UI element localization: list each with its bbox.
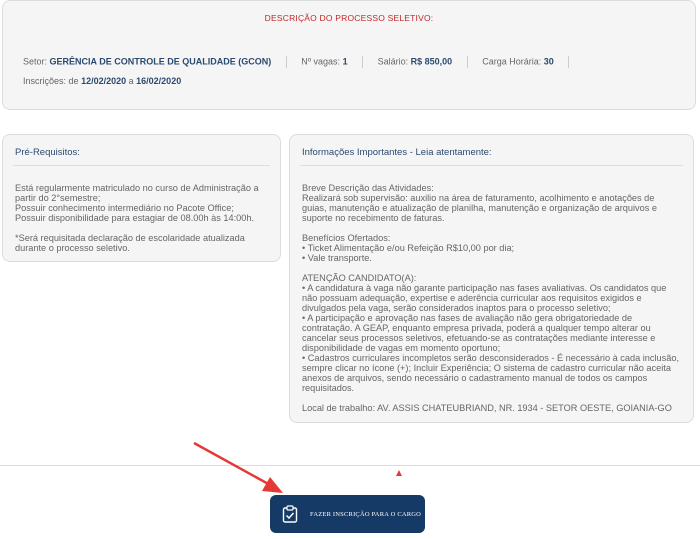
prereq-line: Possuir disponibilidade para estagiar de…: [15, 213, 255, 223]
info-attention-line: disponibilidade de vagas em momento opor…: [302, 343, 501, 353]
info-desc-line: guias, manutenção e atualização de plani…: [302, 203, 657, 213]
info-attention-line: ATENÇÃO CANDIDATO(A):: [302, 273, 417, 283]
prerequisites-card: Pré-Requisitos: Está regularmente matric…: [2, 134, 281, 262]
caret-up-icon: [396, 470, 402, 476]
clipboard-check-icon: [282, 505, 298, 523]
inscricoes-row: Inscrições: de 12/02/2020 a 16/02/2020: [23, 76, 181, 86]
salario-value: R$ 850,00: [410, 56, 453, 67]
divider: [362, 56, 364, 68]
prereq-line: partir do 2°semestre;: [15, 193, 101, 203]
salario-label: Salário:: [377, 56, 409, 67]
prereq-note-line: durante o processo seletivo.: [15, 243, 130, 253]
divider: [0, 465, 700, 466]
job-info-row: Setor: GERÊNCIA DE CONTROLE DE QUALIDADE…: [23, 56, 581, 68]
info-desc-line: Realizará sob supervisão: auxilio na áre…: [302, 193, 655, 203]
info-attention-line: • A candidatura à vaga não garante parti…: [302, 283, 667, 293]
inscricoes-start: 12/02/2020: [81, 76, 127, 86]
prereq-line: Está regularmente matriculado no curso d…: [15, 183, 259, 193]
info-attention-line: • A participação e aprovação nas fases d…: [302, 313, 633, 323]
prereq-note-line: *Será requisitada declaração de escolari…: [15, 233, 245, 243]
info-benefit-line: • Ticket Alimentação e/ou Refeição R$10,…: [302, 243, 515, 253]
apply-button-label: FAZER INSCRIÇÃO PARA O CARGO: [310, 510, 422, 518]
inscricoes-de: de: [68, 76, 79, 86]
inscricoes-end: 16/02/2020: [136, 76, 182, 86]
prerequisites-title: Pré-Requisitos:: [15, 147, 80, 158]
info-attention-line: não possuam adequação, expertise e aderê…: [302, 293, 642, 303]
process-description-card: DESCRIÇÃO DO PROCESSO SELETIVO: Setor: G…: [2, 0, 696, 110]
prereq-line: Possuir conhecimento intermediário no Pa…: [15, 203, 234, 213]
info-attention-line: requisitados.: [302, 383, 355, 393]
info-attention-line: • Cadastros curriculares incompletos ser…: [302, 353, 680, 363]
divider: [285, 56, 287, 68]
important-info-body: Breve Descrição das Atividades: Realizar…: [302, 183, 679, 423]
setor-label: Setor:: [23, 56, 48, 67]
divider: [300, 165, 683, 166]
info-desc-line: suporte no recebimento de faturas.: [302, 213, 445, 223]
vagas-value: 1: [342, 56, 348, 67]
divider: [13, 165, 270, 166]
vagas-label: Nº vagas:: [301, 56, 341, 67]
divider: [568, 56, 570, 68]
info-work-location: Local de trabalho: AV. ASSIS CHATEUBRIAN…: [302, 403, 672, 413]
prerequisites-body: Está regularmente matriculado no curso d…: [15, 183, 259, 263]
important-info-card: Informações Importantes - Leia atentamen…: [289, 134, 694, 423]
important-info-title: Informações Importantes - Leia atentamen…: [302, 147, 492, 158]
carga-label: Carga Horária:: [482, 56, 542, 67]
info-attention-line: anexos de arquivos, sendo necessário o c…: [302, 373, 648, 383]
info-attention-line: divulgados pela vaga, serão considerados…: [302, 303, 611, 313]
process-description-title: DESCRIÇÃO DO PROCESSO SELETIVO:: [264, 13, 434, 23]
divider: [466, 56, 468, 68]
info-desc-line: Breve Descrição das Atividades:: [302, 183, 434, 193]
apply-for-position-button[interactable]: FAZER INSCRIÇÃO PARA O CARGO: [270, 495, 425, 533]
inscricoes-a: a: [128, 76, 134, 86]
info-attention-line: contratação. A GEAP, enquanto empresa pr…: [302, 323, 651, 333]
info-attention-line: sempre clicar no ícone (+); Incluir Expe…: [302, 363, 671, 373]
info-attention-line: cancelar seus processos seletivos, efetu…: [302, 333, 656, 343]
setor-value: GERÊNCIA DE CONTROLE DE QUALIDADE (GCON): [49, 56, 272, 67]
info-benefit-line: Benefícios Ofertados:: [302, 233, 391, 243]
inscricoes-label: Inscrições:: [23, 76, 67, 86]
carga-value: 30: [543, 56, 554, 67]
info-benefit-line: • Vale transporte.: [302, 253, 372, 263]
